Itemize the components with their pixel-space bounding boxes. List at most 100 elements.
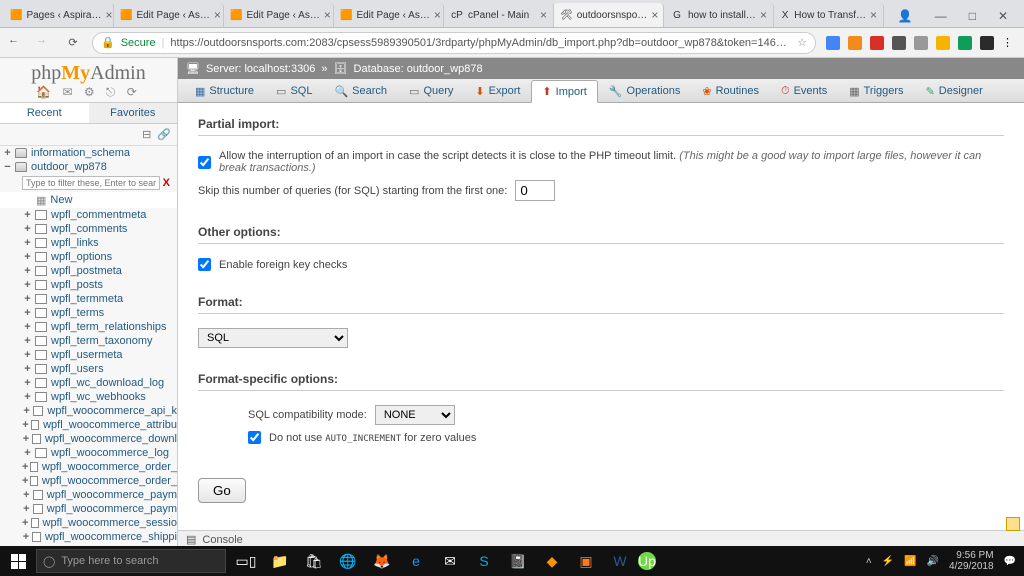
ext-icon[interactable]	[980, 36, 994, 50]
no-autoincrement-checkbox[interactable]	[248, 431, 261, 444]
browser-tab[interactable]: 🛠outdoorsnspo…×	[554, 3, 664, 27]
close-tab-icon[interactable]: ×	[324, 8, 331, 22]
sidetab-favorites[interactable]: Favorites	[89, 103, 178, 123]
table-item[interactable]: +wpfl_wc_download_log	[0, 376, 177, 390]
table-item[interactable]: +wpfl_usermeta	[0, 348, 177, 362]
ext-icon[interactable]	[914, 36, 928, 50]
browser-tab[interactable]: 🟧Edit Page ‹ As…×	[224, 3, 334, 27]
table-item[interactable]: +wpfl_woocommerce_paym	[0, 502, 177, 516]
table-item[interactable]: +wpfl_posts	[0, 278, 177, 292]
warning-icon[interactable]	[1006, 517, 1020, 531]
reload-button[interactable]: ⟳	[64, 34, 82, 52]
table-item[interactable]: +wpfl_links	[0, 236, 177, 250]
maintab-search[interactable]: 🔍Search	[323, 79, 398, 102]
table-item[interactable]: +wpfl_postmeta	[0, 264, 177, 278]
breadcrumb-server[interactable]: Server: localhost:3306	[206, 63, 315, 75]
table-item[interactable]: +wpfl_termmeta	[0, 292, 177, 306]
chrome-icon[interactable]: 🌐	[332, 546, 364, 576]
maintab-events[interactable]: ⏱Events	[770, 79, 838, 102]
tree-filter-input[interactable]	[22, 176, 160, 190]
bookmark-star-icon[interactable]: ☆	[797, 36, 807, 49]
word-icon[interactable]: W	[604, 546, 636, 576]
browser-tab[interactable]: XHow to Transf…×	[774, 3, 884, 27]
wifi-icon[interactable]: 📶	[904, 556, 916, 567]
close-tab-icon[interactable]: ×	[214, 8, 221, 22]
power-icon[interactable]: ⚡	[882, 556, 894, 567]
table-item[interactable]: +wpfl_woocommerce_api_k	[0, 404, 177, 418]
pma-home-icons[interactable]: 🏠 ✉ ⚙ ⎋ ⟳	[0, 85, 177, 102]
clear-filter-icon[interactable]: X	[160, 177, 173, 189]
close-tab-icon[interactable]: ×	[870, 8, 877, 22]
clock[interactable]: 9:56 PM4/29/2018	[949, 550, 994, 572]
ext-icon[interactable]	[936, 36, 950, 50]
table-item[interactable]: +wpfl_woocommerce_downl	[0, 432, 177, 446]
edge-icon[interactable]: e	[400, 546, 432, 576]
skip-queries-input[interactable]	[515, 180, 555, 201]
close-tab-icon[interactable]: ×	[651, 8, 658, 22]
browser-tab[interactable]: 🟧Edit Page ‹ As…×	[114, 3, 224, 27]
table-item[interactable]: +wpfl_options	[0, 250, 177, 264]
browser-tab[interactable]: 🟧Edit Page ‹ As…×	[334, 3, 444, 27]
maintab-structure[interactable]: ▦Structure	[184, 79, 265, 102]
browser-tab[interactable]: Ghow to install…×	[664, 3, 774, 27]
table-item[interactable]: +wpfl_term_relationships	[0, 320, 177, 334]
ext-icon[interactable]	[826, 36, 840, 50]
forward-button[interactable]: →	[36, 34, 54, 52]
omnibox[interactable]: 🔒 Secure | https://outdoorsnsports.com:2…	[92, 32, 816, 54]
maintab-triggers[interactable]: ▦Triggers	[838, 79, 914, 102]
collapse-all-icon[interactable]: ⊟	[142, 128, 151, 141]
table-item[interactable]: +wpfl_woocommerce_log	[0, 446, 177, 460]
link-icon[interactable]: 🔗	[157, 128, 171, 141]
start-button[interactable]	[0, 546, 36, 576]
mail-icon[interactable]: ✉	[434, 546, 466, 576]
table-item[interactable]: +wpfl_wc_webhooks	[0, 390, 177, 404]
xampp-icon[interactable]: ▣	[570, 546, 602, 576]
sidetab-recent[interactable]: Recent	[0, 103, 89, 123]
ext-icon[interactable]	[892, 36, 906, 50]
close-tab-icon[interactable]: ×	[434, 8, 441, 22]
browser-tab[interactable]: 🟧Pages ‹ Aspira…×	[4, 3, 114, 27]
ext-icon[interactable]	[958, 36, 972, 50]
table-item[interactable]: +wpfl_woocommerce_sessio	[0, 516, 177, 530]
table-item[interactable]: +wpfl_commentmeta	[0, 208, 177, 222]
fk-checks-checkbox[interactable]	[198, 258, 211, 271]
close-tab-icon[interactable]: ×	[540, 8, 547, 22]
table-item[interactable]: +wpfl_woocommerce_shippi	[0, 530, 177, 544]
sql-compat-select[interactable]: NONE	[375, 405, 455, 425]
table-item[interactable]: +wpfl_users	[0, 362, 177, 376]
skype-icon[interactable]: S	[468, 546, 500, 576]
maintab-export[interactable]: ⬇Export	[464, 79, 531, 102]
maintab-routines[interactable]: ❀Routines	[691, 79, 770, 102]
allow-interrupt-checkbox[interactable]	[198, 156, 211, 169]
minimize-button[interactable]: —	[935, 9, 947, 23]
table-item[interactable]: +wpfl_terms	[0, 306, 177, 320]
volume-icon[interactable]: 🔊	[927, 556, 939, 567]
ext-icon[interactable]	[870, 36, 884, 50]
browser-tab[interactable]: cPcPanel - Main×	[444, 3, 554, 27]
maintab-operations[interactable]: 🔧Operations	[598, 79, 692, 102]
back-button[interactable]: ←	[8, 34, 26, 52]
maintab-query[interactable]: ▭Query	[398, 79, 464, 102]
breadcrumb-database[interactable]: Database: outdoor_wp878	[354, 63, 483, 75]
menu-button[interactable]: ⋮	[1002, 36, 1016, 50]
explorer-icon[interactable]: 📁	[264, 546, 296, 576]
table-item[interactable]: +wpfl_woocommerce_attribu	[0, 418, 177, 432]
taskbar-search[interactable]: ◯ Type here to search	[36, 549, 226, 573]
db-item[interactable]: −outdoor_wp878	[0, 160, 177, 174]
maintab-sql[interactable]: ▭SQL	[265, 79, 323, 102]
maintab-designer[interactable]: ✎Designer	[915, 79, 994, 102]
taskview-icon[interactable]: ▭▯	[230, 546, 262, 576]
upwork-icon[interactable]: Up	[638, 552, 656, 570]
format-select[interactable]: SQL	[198, 328, 348, 348]
close-tab-icon[interactable]: ×	[760, 8, 767, 22]
sublime-icon[interactable]: ◆	[536, 546, 568, 576]
db-item[interactable]: +information_schema	[0, 146, 177, 160]
table-item[interactable]: +wpfl_term_taxonomy	[0, 334, 177, 348]
ext-icon[interactable]	[848, 36, 862, 50]
table-item[interactable]: +wpfl_woocommerce_order_	[0, 474, 177, 488]
close-window-button[interactable]: ✕	[998, 9, 1008, 23]
notepad-icon[interactable]: 📓	[502, 546, 534, 576]
pma-logo[interactable]: phpMyAdmin	[0, 58, 177, 85]
table-item[interactable]: +wpfl_woocommerce_paym	[0, 488, 177, 502]
go-button[interactable]: Go	[198, 478, 246, 503]
